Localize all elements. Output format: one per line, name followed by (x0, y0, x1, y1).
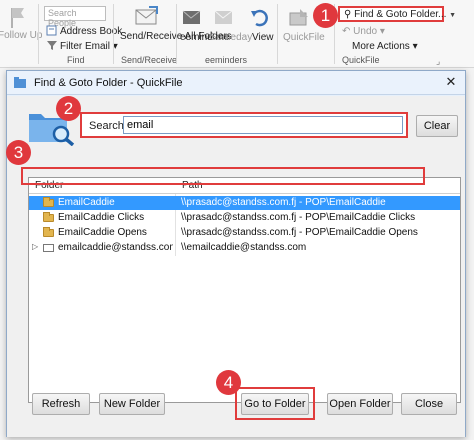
undo-button[interactable]: ↶ Undo ▾ (342, 26, 385, 37)
someday-button[interactable]: Someday (210, 32, 252, 43)
table-row[interactable]: EmailCaddie Opens \\prasadc@standss.com.… (29, 226, 460, 240)
send-receive-all-button[interactable]: Send/Receive All Folders (120, 31, 232, 42)
flag-icon (11, 8, 24, 28)
folder-icon (43, 212, 54, 222)
callout-badge-1: 1 (313, 3, 338, 28)
folder-results-grid[interactable]: Folder Path EmailCaddie \\prasadc@stands… (28, 177, 461, 403)
view-button[interactable]: View (252, 32, 274, 43)
row-highlight-frame (21, 167, 425, 185)
chevron-down-icon: ▼ (449, 12, 457, 19)
eeminders-group-label: eeminders (205, 55, 248, 65)
find-group-label: Find (67, 55, 85, 65)
undo-icon: ↶ (342, 26, 351, 37)
callout-badge-2: 2 (56, 96, 81, 121)
filter-icon (47, 41, 57, 50)
search-label: Search: (89, 120, 127, 132)
table-row[interactable]: EmailCaddie Clicks \\prasadc@standss.com… (29, 211, 460, 225)
send-receive-icon (135, 6, 158, 25)
dialog-titlebar[interactable]: Find & Goto Folder - QuickFile ✕ (7, 71, 465, 95)
dialog-title: Find & Goto Folder - QuickFile (34, 77, 183, 89)
folder-icon (43, 197, 54, 207)
filter-email-button[interactable]: Filter Email ▾ (60, 41, 118, 52)
dialog-close-icon[interactable]: ✕ (442, 74, 460, 90)
close-button[interactable]: Close (401, 393, 457, 415)
send-receive-group-label: Send/Receive (121, 55, 178, 65)
search-icon: ⚲ (344, 9, 352, 20)
quickfile-button[interactable]: QuickFile (283, 32, 325, 43)
table-row[interactable]: EmailCaddie \\prasadc@standss.com.fj - P… (29, 196, 460, 210)
clear-button[interactable]: Clear (416, 115, 458, 137)
eemind-me-button[interactable]: eemind me (180, 32, 229, 43)
view-icon (251, 9, 268, 27)
someday-icon (214, 10, 233, 24)
quickfile-group-label: QuickFile (342, 55, 380, 65)
table-row[interactable]: ▷ emailcaddie@standss.com \\emailcaddie@… (29, 241, 460, 255)
callout-badge-4: 4 (216, 370, 241, 395)
search-people-input[interactable]: Search People (44, 6, 106, 28)
mailbox-icon (43, 244, 54, 252)
address-book-icon (46, 25, 57, 36)
open-folder-button[interactable]: Open Folder (327, 393, 393, 415)
quickfile-icon (289, 9, 308, 26)
outlook-ribbon: Follow Up Search People Address Book Fil… (0, 0, 474, 68)
quickfile-app-icon (14, 77, 26, 88)
follow-up-button[interactable]: Follow Up (0, 30, 42, 41)
new-folder-button[interactable]: New Folder (99, 393, 165, 415)
expand-arrow-icon[interactable]: ▷ (32, 242, 38, 251)
callout-badge-3: 3 (6, 140, 31, 165)
go-to-folder-button[interactable]: Go to Folder (241, 393, 309, 415)
more-actions-button[interactable]: More Actions ▾ (352, 41, 418, 52)
mail-clock-icon (182, 10, 201, 24)
search-input[interactable] (123, 116, 403, 134)
refresh-button[interactable]: Refresh (32, 393, 90, 415)
folder-icon (43, 227, 54, 237)
dialog-launcher-icon[interactable]: ⌟ (436, 56, 440, 67)
find-goto-folder-button[interactable]: ⚲ Find & Goto Folder... ▼ (338, 6, 456, 22)
